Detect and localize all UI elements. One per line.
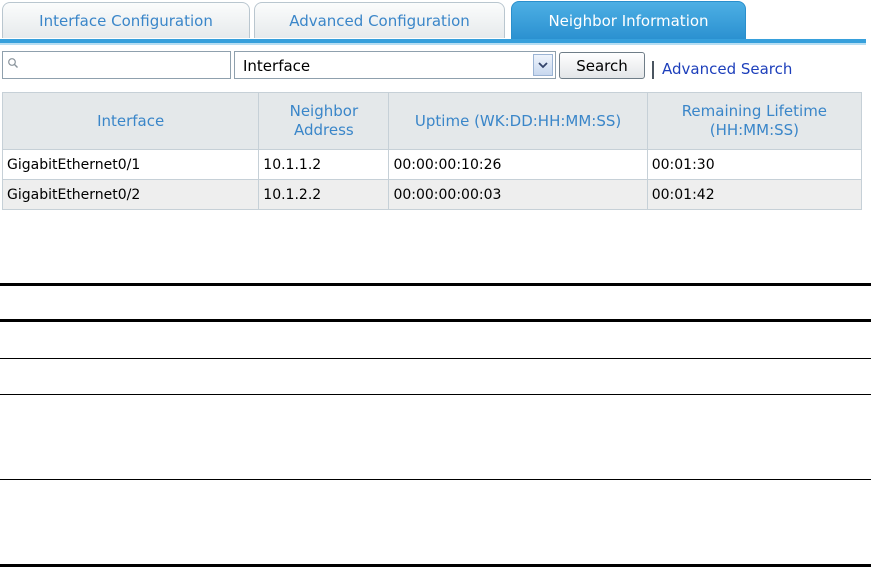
- tab-bar: Interface Configuration Advanced Configu…: [0, 0, 866, 45]
- tab-label: Interface Configuration: [39, 11, 213, 30]
- divider-header: [0, 319, 871, 322]
- neighbor-table: Interface Neighbor Address Uptime (WK:DD…: [1, 92, 863, 210]
- divider-row: [0, 479, 871, 480]
- cell-uptime: 00:00:00:10:26: [388, 149, 648, 180]
- column-header-interface[interactable]: Interface: [1, 92, 260, 150]
- separator: [652, 61, 654, 79]
- search-button[interactable]: Search: [559, 52, 645, 79]
- tab-label: Advanced Configuration: [289, 11, 470, 30]
- table-header-row: Interface Neighbor Address Uptime (WK:DD…: [1, 92, 863, 150]
- column-header-remaining-lifetime[interactable]: Remaining Lifetime (HH:MM:SS): [646, 92, 863, 150]
- cell-uptime: 00:00:00:00:03: [388, 179, 648, 210]
- cell-interface: GigabitEthernet0/1: [1, 149, 260, 180]
- search-field[interactable]: [2, 51, 231, 79]
- advanced-search-link[interactable]: Advanced Search: [662, 60, 792, 78]
- chevron-down-icon[interactable]: [533, 54, 553, 76]
- magnifier-icon: [8, 58, 18, 68]
- search-field-select[interactable]: Interface: [234, 51, 556, 79]
- column-header-uptime[interactable]: Uptime (WK:DD:HH:MM:SS): [388, 92, 648, 150]
- table-row[interactable]: GigabitEthernet0/2 10.1.2.2 00:00:00:00:…: [1, 179, 863, 210]
- tab-advanced-configuration[interactable]: Advanced Configuration: [254, 2, 505, 38]
- search-input[interactable]: [21, 55, 225, 77]
- table-row[interactable]: GigabitEthernet0/1 10.1.1.2 00:00:00:10:…: [1, 149, 863, 180]
- tab-interface-configuration[interactable]: Interface Configuration: [2, 2, 250, 38]
- cell-interface: GigabitEthernet0/2: [1, 179, 260, 210]
- cell-neighbor-address: 10.1.2.2: [258, 179, 390, 210]
- cell-neighbor-address: 10.1.1.2: [258, 149, 390, 180]
- divider-row: [0, 358, 871, 359]
- tab-neighbor-information[interactable]: Neighbor Information: [511, 1, 746, 40]
- cell-remaining-lifetime: 00:01:30: [646, 149, 863, 180]
- cell-remaining-lifetime: 00:01:42: [646, 179, 863, 210]
- tab-label: Neighbor Information: [548, 12, 709, 30]
- tab-underline-light: [0, 43, 866, 45]
- divider-top: [0, 283, 871, 286]
- column-header-neighbor-address[interactable]: Neighbor Address: [258, 92, 390, 150]
- divider-row: [0, 394, 871, 395]
- select-value: Interface: [243, 57, 311, 75]
